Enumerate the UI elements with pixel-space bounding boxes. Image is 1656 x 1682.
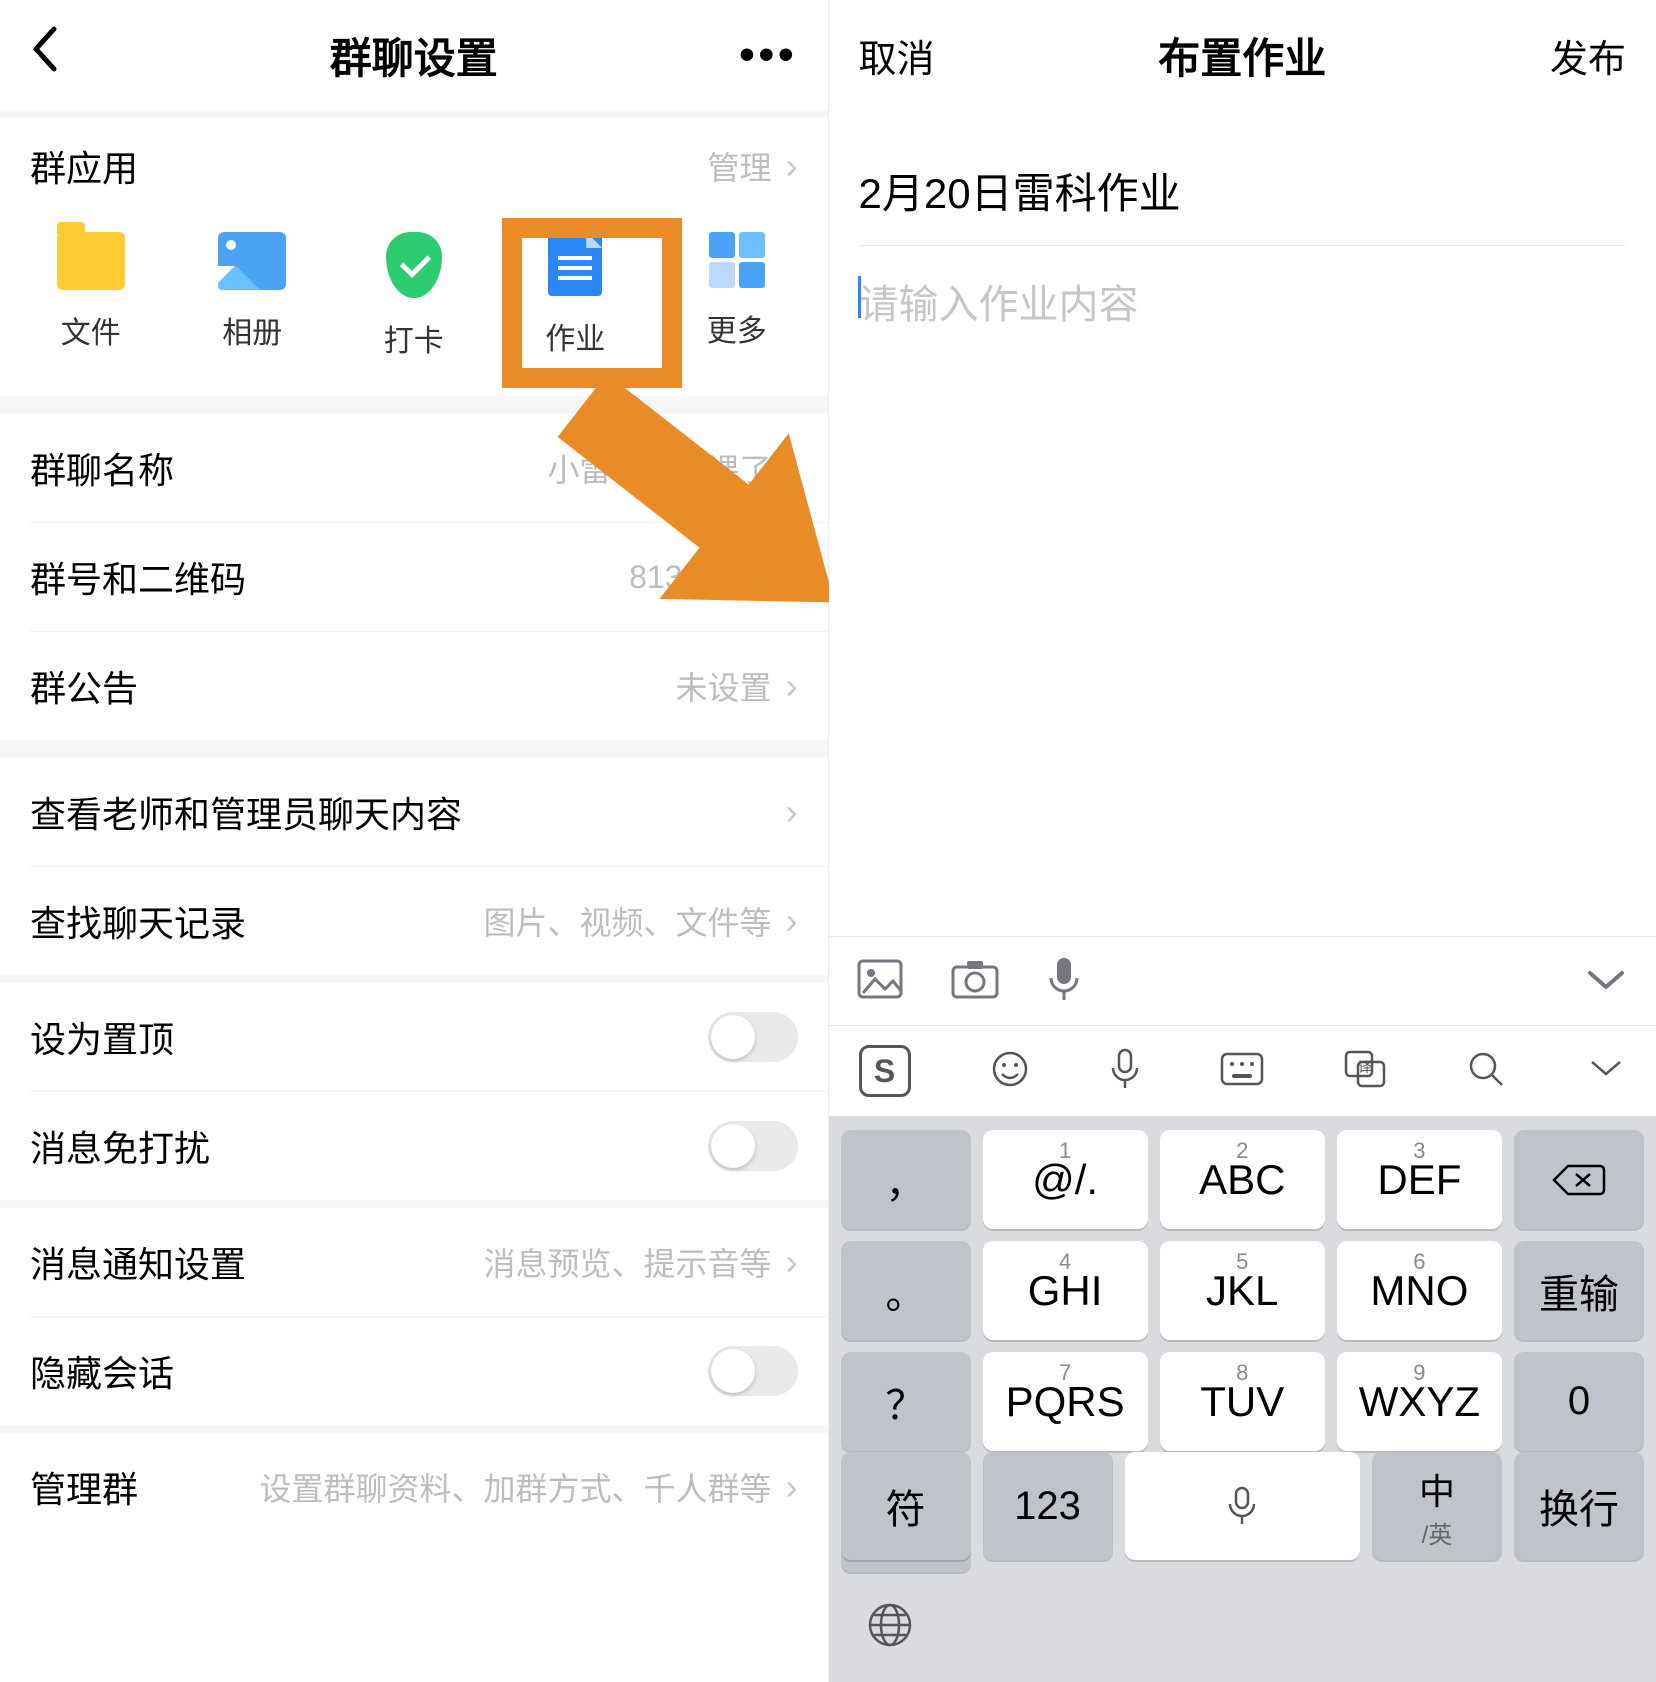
key-backspace[interactable] — [1514, 1130, 1644, 1229]
folder-icon — [57, 232, 125, 290]
group-apps-label: 群应用 — [30, 140, 138, 192]
settings-pane: 群聊设置 ••• 群应用 管理 › 文件 相册 打卡 — [0, 0, 829, 1682]
key-period[interactable]: 。 — [841, 1241, 971, 1340]
key-comma[interactable]: ， — [841, 1130, 971, 1229]
attachment-bar — [829, 936, 1656, 1026]
compose-pane: 取消 布置作业 发布 2月20日雷科作业 请输入作业内容 — [829, 0, 1656, 1682]
page-title: 群聊设置 — [330, 25, 498, 86]
shield-check-icon — [386, 232, 442, 298]
row-manage-group[interactable]: 管理群 设置群聊资料、加群方式、千人群等› — [0, 1433, 828, 1541]
chevron-right-icon: › — [786, 1244, 798, 1280]
key-7[interactable]: 7PQRS — [983, 1352, 1148, 1451]
chevron-right-icon: › — [786, 794, 798, 830]
image-icon[interactable] — [857, 959, 903, 1004]
key-symbols[interactable]: 符 — [841, 1452, 971, 1560]
key-reenter[interactable]: 重输 — [1514, 1241, 1644, 1340]
keyboard-settings-icon[interactable] — [1220, 1052, 1264, 1091]
microphone-icon[interactable] — [1047, 956, 1081, 1007]
group-apps-row[interactable]: 群应用 管理 › — [0, 118, 828, 214]
toggle-hide-conv[interactable] — [708, 1346, 798, 1396]
right-header: 取消 布置作业 发布 — [829, 0, 1656, 110]
text-cursor — [858, 276, 861, 318]
sogou-logo-icon[interactable]: S — [859, 1045, 911, 1097]
chevron-right-icon: › — [786, 148, 798, 184]
key-3[interactable]: 3DEF — [1337, 1130, 1502, 1229]
key-enter[interactable]: 换行 — [1514, 1452, 1644, 1560]
publish-button[interactable]: 发布 — [1550, 28, 1626, 83]
placeholder-text: 请输入作业内容 — [859, 283, 1139, 327]
row-hide-conv: 隐藏会话 — [0, 1317, 828, 1425]
key-question[interactable]: ？ — [841, 1352, 971, 1451]
row-teacher-chat[interactable]: 查看老师和管理员聊天内容 › — [0, 758, 828, 866]
row-search-chat[interactable]: 查找聊天记录 图片、视频、文件等› — [0, 867, 828, 975]
emoji-icon[interactable] — [990, 1049, 1030, 1094]
key-language[interactable]: 中/英 — [1372, 1452, 1502, 1560]
globe-icon[interactable] — [865, 1600, 915, 1655]
keyboard: S 译 ， 1@/. 2ABC 3DEF 。 4GHI 5JKL 6MNO — [829, 1026, 1656, 1682]
app-album[interactable]: 相册 — [192, 232, 312, 360]
collapse-keyboard-icon[interactable] — [1584, 965, 1628, 998]
key-2[interactable]: 2ABC — [1160, 1130, 1325, 1229]
key-8[interactable]: 8TUV — [1160, 1352, 1325, 1451]
key-1[interactable]: 1@/. — [983, 1130, 1148, 1229]
app-checkin[interactable]: 打卡 — [354, 232, 474, 360]
key-6[interactable]: 6MNO — [1337, 1241, 1502, 1340]
app-files[interactable]: 文件 — [31, 232, 151, 360]
homework-body-input[interactable]: 请输入作业内容 — [859, 246, 1627, 330]
homework-title-input[interactable]: 2月20日雷科作业 — [859, 130, 1627, 246]
annotation-highlight — [502, 218, 682, 388]
key-4[interactable]: 4GHI — [983, 1241, 1148, 1340]
apps-grid: 文件 相册 打卡 作业 更多 — [0, 214, 828, 396]
chevron-right-icon: › — [786, 668, 798, 704]
voice-input-icon[interactable] — [1110, 1048, 1140, 1095]
key-space-voice[interactable] — [1125, 1452, 1361, 1560]
svg-text:译: 译 — [1358, 1059, 1372, 1075]
manage-label: 管理 — [707, 143, 771, 189]
toggle-dnd[interactable] — [708, 1121, 798, 1171]
chevron-right-icon: › — [786, 903, 798, 939]
translate-icon[interactable]: 译 — [1344, 1050, 1386, 1093]
key-zero[interactable]: 0 — [1514, 1352, 1644, 1451]
row-pin-top: 设为置顶 — [0, 983, 828, 1091]
row-dnd: 消息免打扰 — [0, 1092, 828, 1200]
key-9[interactable]: 9WXYZ — [1337, 1352, 1502, 1451]
camera-icon[interactable] — [951, 959, 999, 1004]
keyboard-bottom-bar — [829, 1572, 1656, 1682]
grid-icon — [709, 232, 765, 288]
key-numbers[interactable]: 123 — [983, 1452, 1113, 1560]
toggle-pin-top[interactable] — [708, 1012, 798, 1062]
row-announce[interactable]: 群公告 未设置› — [0, 632, 828, 740]
left-header: 群聊设置 ••• — [0, 0, 828, 110]
chevron-right-icon: › — [786, 1469, 798, 1505]
keyboard-toolbar: S 译 — [829, 1026, 1656, 1116]
search-icon[interactable] — [1466, 1049, 1506, 1094]
key-5[interactable]: 5JKL — [1160, 1241, 1325, 1340]
compose-page-title: 布置作业 — [1158, 25, 1326, 86]
row-notify[interactable]: 消息通知设置 消息预览、提示音等› — [0, 1208, 828, 1316]
app-more[interactable]: 更多 — [677, 232, 797, 360]
more-button[interactable]: ••• — [737, 30, 797, 80]
photo-icon — [218, 232, 286, 290]
cancel-button[interactable]: 取消 — [859, 28, 935, 83]
dropdown-icon[interactable] — [1586, 1056, 1626, 1087]
back-button[interactable] — [30, 25, 90, 85]
